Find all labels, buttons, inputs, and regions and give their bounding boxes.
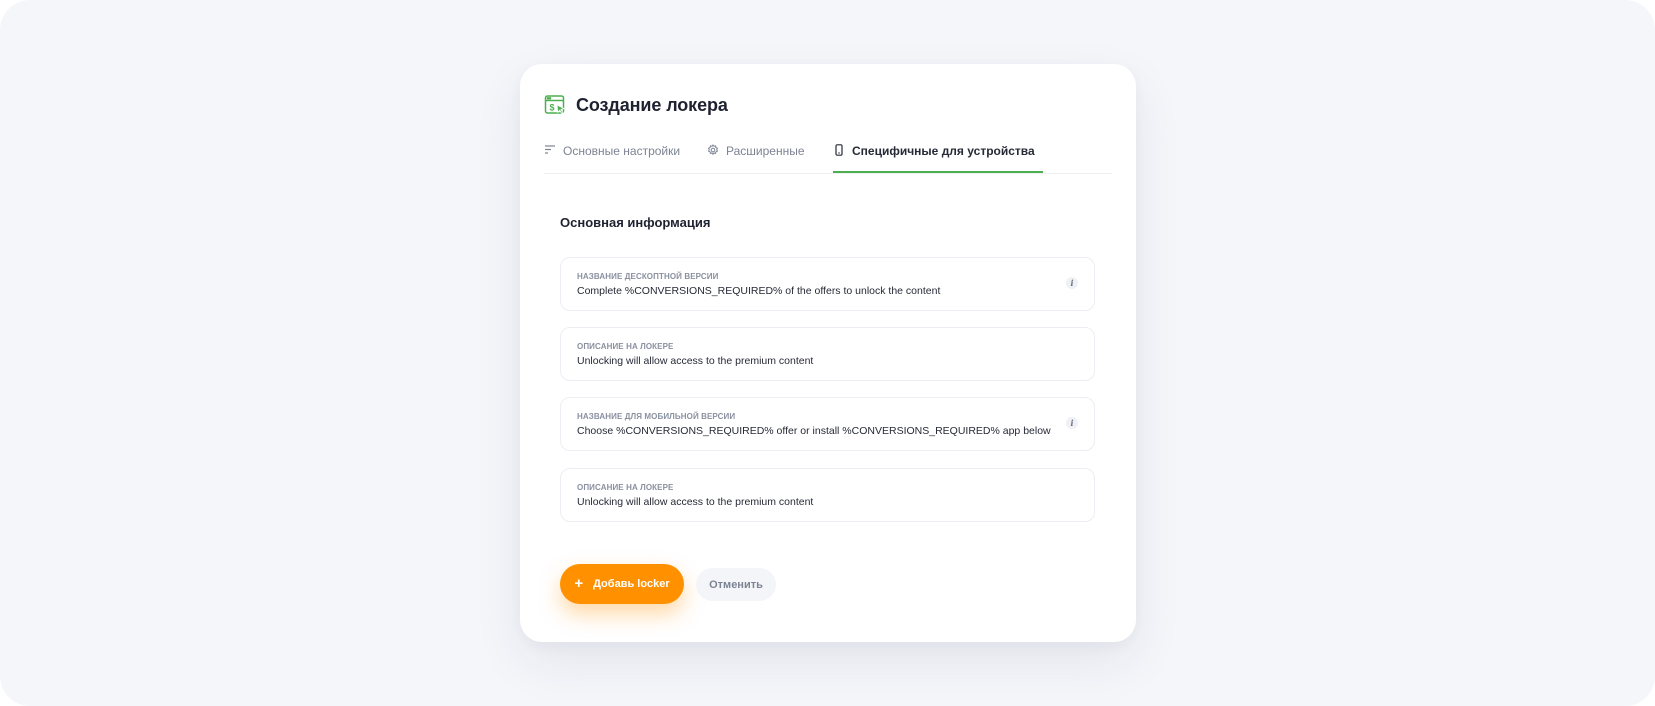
cancel-button[interactable]: Отменить [696, 568, 776, 601]
tab-bar: Основные настройки Расширенные Специфичн… [544, 140, 1112, 174]
mobile-description-field[interactable]: Описание на локере Unlocking will allow … [560, 468, 1095, 522]
field-value[interactable]: Unlocking will allow access to the premi… [577, 355, 1078, 368]
dollar-window-icon: $ [544, 94, 566, 116]
section-title: Основная информация [560, 215, 711, 230]
desktop-title-field[interactable]: Название дескоптной версии Complete %CON… [560, 257, 1095, 311]
tab-label: Специфичные для устройства [852, 144, 1035, 158]
svg-text:$: $ [550, 103, 555, 113]
tab-basic-settings[interactable]: Основные настройки [544, 140, 707, 173]
field-label: Название дескоптной версии [577, 272, 719, 281]
tab-device-specific[interactable]: Специфичные для устройства [833, 140, 1043, 173]
mobile-title-field[interactable]: Название для мобильной версии Choose %CO… [560, 397, 1095, 451]
tab-label: Основные настройки [563, 144, 681, 158]
field-value[interactable]: Choose %CONVERSIONS_REQUIRED% offer or i… [577, 425, 1078, 438]
modal-header: $ Создание локера [544, 94, 728, 116]
create-locker-modal: $ Создание локера Основные настройки Рас… [520, 64, 1136, 642]
field-label: Описание на локере [577, 483, 674, 492]
tab-label: Расширенные [726, 144, 805, 158]
list-lines-icon [544, 144, 556, 156]
add-locker-button[interactable]: + Добавь locker [560, 564, 684, 604]
field-label: Название для мобильной версии [577, 412, 736, 421]
add-locker-label: Добавь locker [593, 578, 670, 590]
app-background: $ Создание локера Основные настройки Рас… [0, 0, 1655, 706]
info-icon[interactable]: i [1066, 417, 1078, 429]
info-icon[interactable]: i [1066, 277, 1078, 289]
desktop-description-field[interactable]: Описание на локере Unlocking will allow … [560, 327, 1095, 381]
tab-advanced[interactable]: Расширенные [707, 140, 833, 173]
gear-icon [707, 144, 719, 156]
plus-icon: + [574, 574, 584, 592]
modal-title: Создание локера [576, 94, 728, 115]
field-value[interactable]: Complete %CONVERSIONS_REQUIRED% of the o… [577, 285, 1078, 298]
field-label: Описание на локере [577, 342, 674, 351]
mobile-phone-icon [833, 144, 845, 156]
field-value[interactable]: Unlocking will allow access to the premi… [577, 496, 1078, 509]
